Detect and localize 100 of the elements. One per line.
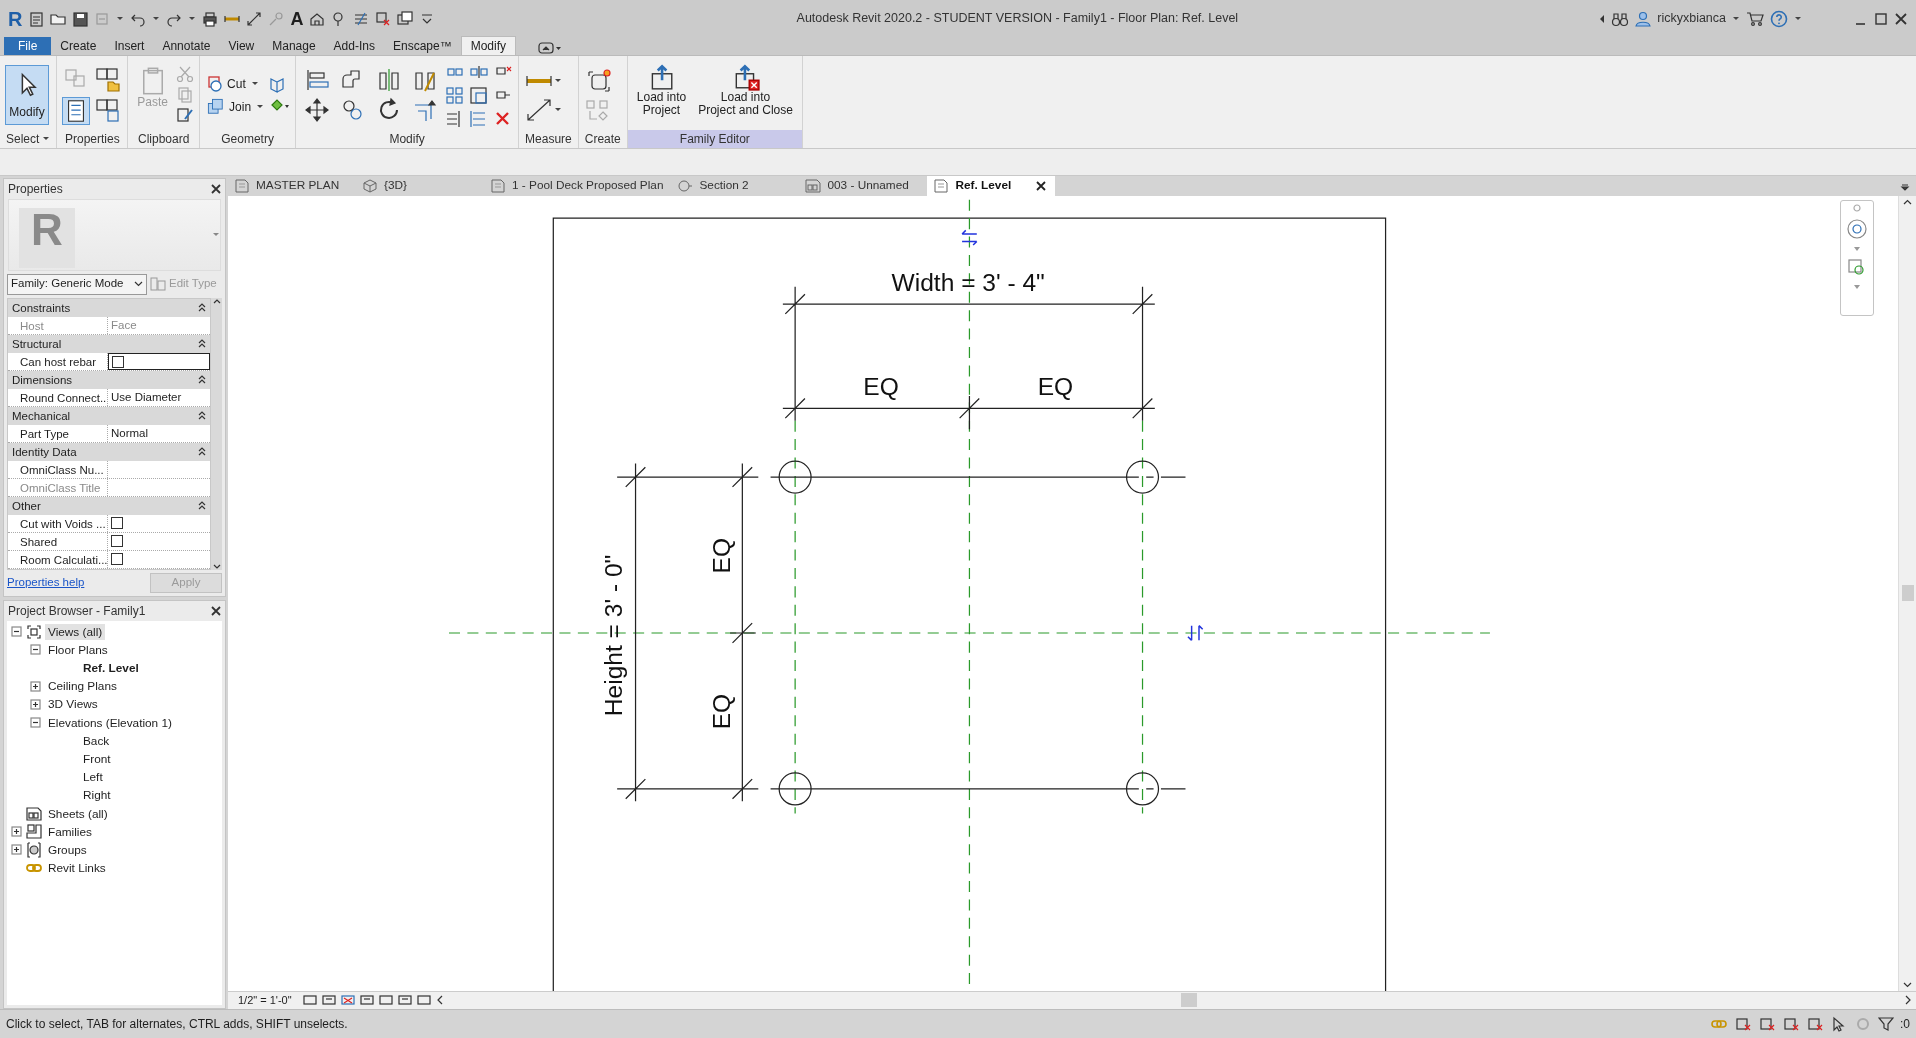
properties-panel-icon[interactable] bbox=[62, 96, 91, 125]
vertical-scrollbar[interactable] bbox=[1898, 195, 1916, 991]
document-icon[interactable] bbox=[28, 10, 45, 27]
collapse-chevrons-icon[interactable] bbox=[198, 501, 206, 511]
group-header[interactable]: Other bbox=[12, 496, 41, 515]
save-icon[interactable] bbox=[72, 10, 89, 27]
view-scale[interactable]: 1/2" = 1'-0" bbox=[238, 992, 292, 1009]
ribbon-tab[interactable]: Add-Ins bbox=[324, 37, 384, 56]
switch-windows-icon[interactable] bbox=[397, 10, 414, 27]
sun-path-icon[interactable] bbox=[340, 994, 355, 1007]
tree-item[interactable]: Left bbox=[80, 769, 106, 786]
collapse-chevrons-icon[interactable] bbox=[198, 447, 206, 457]
tree-item[interactable]: Revit Links bbox=[45, 860, 109, 877]
dimension-text[interactable]: EQ bbox=[863, 372, 899, 400]
circle-marker[interactable] bbox=[778, 771, 812, 806]
ribbon-button[interactable]: Join bbox=[205, 96, 254, 117]
tree-item[interactable]: Back bbox=[80, 732, 113, 749]
dimension-text[interactable]: Width = 3' - 4" bbox=[891, 268, 1045, 296]
app-logo[interactable]: R bbox=[8, 8, 23, 29]
caret-icon[interactable] bbox=[116, 14, 125, 23]
tree-item[interactable]: Views (all) bbox=[45, 623, 106, 640]
type-selector[interactable]: Family: Generic Mode bbox=[7, 273, 147, 295]
reference-plane[interactable] bbox=[769, 787, 1187, 790]
print-icon[interactable] bbox=[202, 10, 219, 27]
collapse-chevrons-icon[interactable] bbox=[198, 375, 206, 385]
binoculars-icon[interactable] bbox=[1611, 10, 1630, 27]
hide-crop-icon[interactable] bbox=[397, 994, 412, 1007]
ribbon-button[interactable]: Load into Project and Close bbox=[694, 60, 797, 121]
crop-view-icon[interactable] bbox=[378, 994, 393, 1007]
document-tab[interactable]: Section 2 bbox=[671, 175, 800, 196]
document-tab[interactable]: {3D} bbox=[356, 175, 484, 196]
scroll-left-icon[interactable] bbox=[435, 995, 444, 1006]
ribbon-button[interactable]: Load into Project bbox=[632, 60, 691, 121]
collapse-toggle-icon[interactable] bbox=[30, 644, 41, 656]
flip-arrows-icon[interactable] bbox=[961, 229, 978, 246]
tree-item[interactable]: Ceiling Plans bbox=[45, 678, 120, 695]
circle-marker[interactable] bbox=[1125, 771, 1160, 806]
scroll-down-icon[interactable] bbox=[1903, 982, 1912, 988]
temporary-hide-icon[interactable] bbox=[416, 994, 431, 1007]
dimension-text[interactable]: Height = 3' - 0" bbox=[600, 554, 628, 716]
drag-elements-icon[interactable] bbox=[1830, 1015, 1848, 1032]
scroll-right-icon[interactable] bbox=[1904, 995, 1912, 1006]
text-tool-icon[interactable]: A bbox=[290, 9, 304, 28]
collapse-chevrons-icon[interactable] bbox=[198, 339, 206, 349]
tree-item[interactable]: Groups bbox=[45, 841, 90, 858]
caret-icon[interactable] bbox=[188, 14, 197, 23]
zoom-icon[interactable] bbox=[1847, 257, 1867, 278]
dimension-text[interactable]: EQ bbox=[708, 537, 736, 573]
caret-icon[interactable] bbox=[250, 79, 259, 88]
flip-arrows-icon[interactable] bbox=[1187, 624, 1204, 641]
tree-item[interactable]: Right bbox=[80, 787, 114, 804]
user-name[interactable]: rickyxbianca bbox=[1657, 9, 1726, 28]
ribbon-button[interactable]: Modify bbox=[5, 65, 49, 126]
ribbon-button[interactable]: Cut bbox=[205, 73, 248, 94]
document-tab[interactable]: MASTER PLAN bbox=[228, 175, 356, 196]
help-icon[interactable] bbox=[1770, 9, 1788, 28]
collapse-chevrons-icon[interactable] bbox=[198, 303, 206, 313]
checkbox[interactable] bbox=[112, 355, 124, 368]
file-menu-button[interactable]: File bbox=[4, 37, 52, 56]
tree-item[interactable]: Elevations (Elevation 1) bbox=[45, 714, 175, 731]
tree-item[interactable]: Floor Plans bbox=[45, 641, 111, 658]
cart-icon[interactable] bbox=[1746, 10, 1764, 27]
expand-toggle-icon[interactable] bbox=[11, 826, 22, 838]
maximize-icon[interactable] bbox=[1874, 11, 1888, 26]
checkbox[interactable] bbox=[111, 552, 123, 565]
scroll-thumb[interactable] bbox=[1181, 993, 1198, 1008]
ribbon-tab[interactable]: Insert bbox=[105, 37, 154, 56]
reference-plane[interactable] bbox=[1141, 419, 1144, 814]
caret-icon[interactable] bbox=[554, 105, 563, 114]
document-tab[interactable]: 003 - Unnamed bbox=[799, 175, 928, 196]
expand-toggle-icon[interactable] bbox=[30, 698, 41, 710]
checkbox[interactable] bbox=[111, 516, 123, 529]
document-tab[interactable]: 1 - Pool Deck Proposed Plan bbox=[484, 175, 672, 196]
navigation-bar[interactable] bbox=[1840, 199, 1874, 316]
detail-level-icon[interactable] bbox=[302, 994, 317, 1007]
caret-icon[interactable] bbox=[1794, 14, 1802, 23]
tree-item[interactable]: Sheets (all) bbox=[45, 805, 111, 822]
wall-join-icon[interactable] bbox=[268, 75, 287, 94]
circle-marker[interactable] bbox=[778, 460, 812, 494]
caret-icon[interactable] bbox=[554, 76, 563, 85]
links-select-icon[interactable] bbox=[1734, 1015, 1752, 1032]
scroll-down-icon[interactable] bbox=[212, 563, 221, 570]
filter-count[interactable]: :0 bbox=[1900, 1014, 1910, 1033]
ribbon-tab[interactable]: Modify bbox=[460, 36, 516, 56]
expand-toggle-icon[interactable] bbox=[11, 844, 22, 856]
caret-icon[interactable] bbox=[1900, 181, 1910, 192]
document-tab[interactable]: Ref. Level bbox=[927, 175, 1056, 196]
tree-item[interactable]: 3D Views bbox=[45, 696, 101, 713]
scroll-thumb[interactable] bbox=[1901, 585, 1914, 602]
filter-icon[interactable] bbox=[1878, 1015, 1894, 1032]
properties-help-link[interactable]: Properties help bbox=[7, 573, 85, 592]
tree-item[interactable]: Families bbox=[45, 823, 95, 840]
array-icon[interactable] bbox=[445, 85, 466, 105]
underlay-select-icon[interactable] bbox=[1758, 1015, 1776, 1032]
dimension-text[interactable]: EQ bbox=[708, 693, 736, 729]
visual-style-icon[interactable] bbox=[321, 994, 336, 1007]
ribbon-tab[interactable]: Manage bbox=[263, 37, 325, 56]
user-icon[interactable] bbox=[1635, 10, 1652, 27]
ribbon-tab[interactable]: Annotate bbox=[153, 37, 220, 56]
lines-icon[interactable] bbox=[353, 10, 370, 27]
